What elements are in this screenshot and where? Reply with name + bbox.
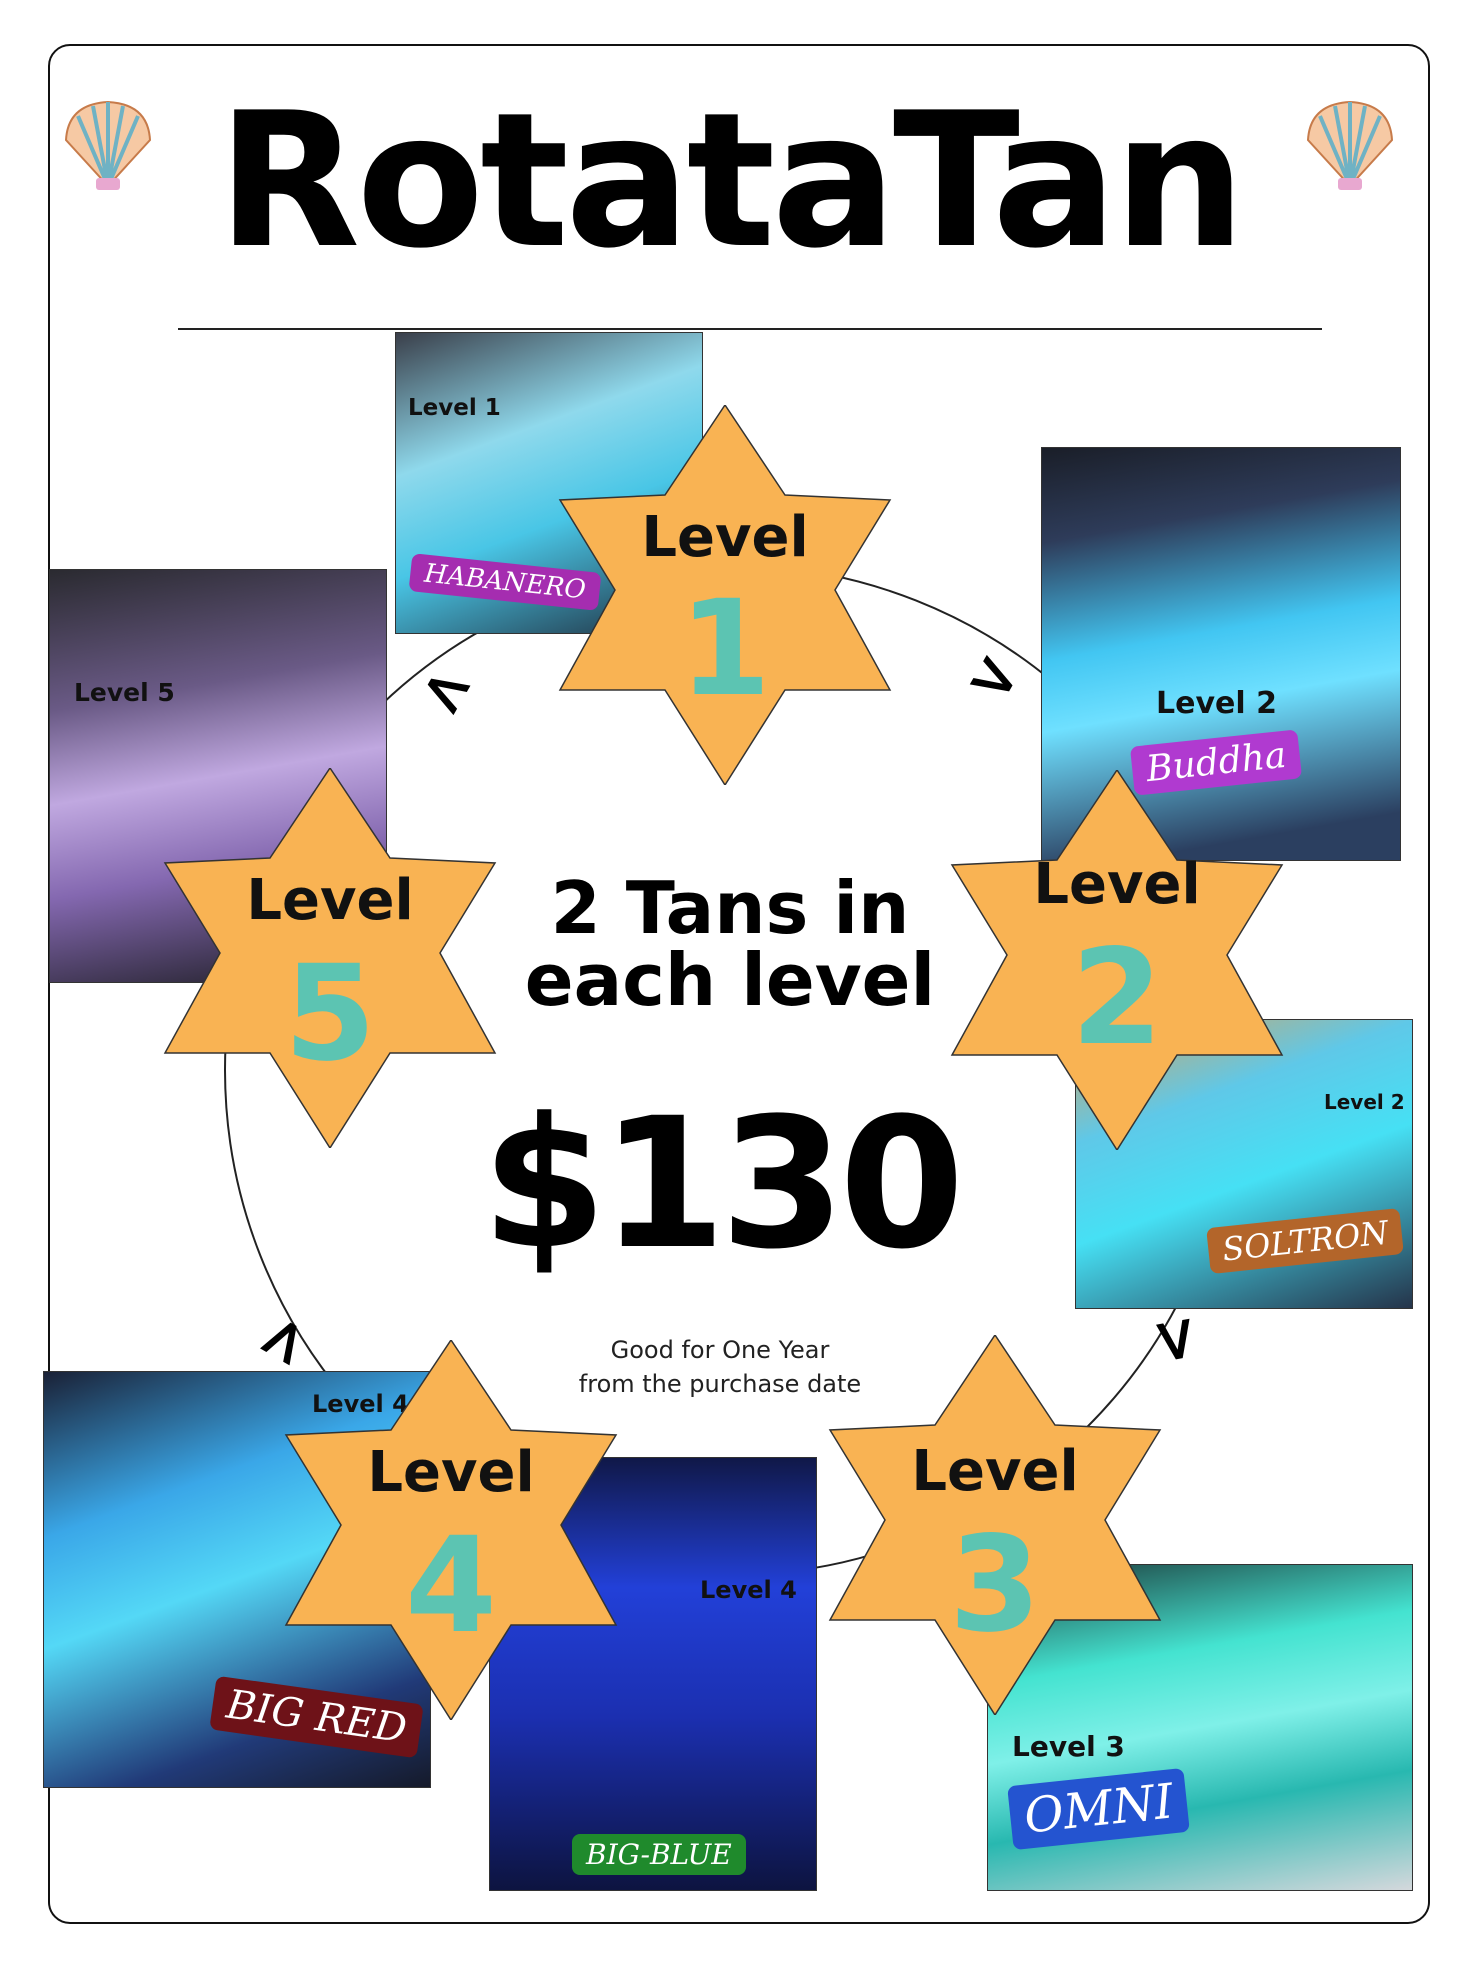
star-level-word: Level xyxy=(911,1439,1079,1504)
star-level-number: 2 xyxy=(1071,921,1163,1075)
validity-line1: Good for One Year xyxy=(610,1336,830,1364)
price: $130 xyxy=(481,1080,965,1289)
bed-level-label: Level 4 xyxy=(700,1576,797,1604)
star-level-number: 4 xyxy=(405,1509,497,1663)
bed-name-tag: BIG-BLUE xyxy=(572,1834,746,1875)
bed-level-label: Level 2 xyxy=(1156,686,1277,721)
headline-line2: each level xyxy=(524,938,936,1022)
star-level-number: 5 xyxy=(284,937,376,1091)
star-level-word: Level xyxy=(367,1440,535,1505)
bed-name-tag: OMNI xyxy=(1007,1767,1191,1851)
bed-level-label: Level 1 xyxy=(408,395,501,421)
headline-line1: 2 Tans in xyxy=(550,866,910,950)
star-level-number: 1 xyxy=(679,572,771,726)
bed-level-label: Level 3 xyxy=(1012,1730,1125,1763)
level-2-star: Level 2 xyxy=(942,770,1292,1150)
level-5-star: Level 5 xyxy=(155,768,505,1148)
star-level-word: Level xyxy=(246,868,414,933)
validity-line2: from the purchase date xyxy=(578,1370,862,1398)
cycle-arrow: > xyxy=(1138,1309,1216,1371)
bed-level-label: Level 2 xyxy=(1324,1090,1405,1114)
level-1-star: Level 1 xyxy=(550,405,900,785)
star-level-number: 3 xyxy=(949,1508,1041,1662)
bed-level-label: Level 5 xyxy=(74,678,175,707)
star-level-word: Level xyxy=(641,505,809,570)
bed-name-tag: SOLTRON xyxy=(1206,1207,1405,1275)
star-level-word: Level xyxy=(1033,852,1201,917)
